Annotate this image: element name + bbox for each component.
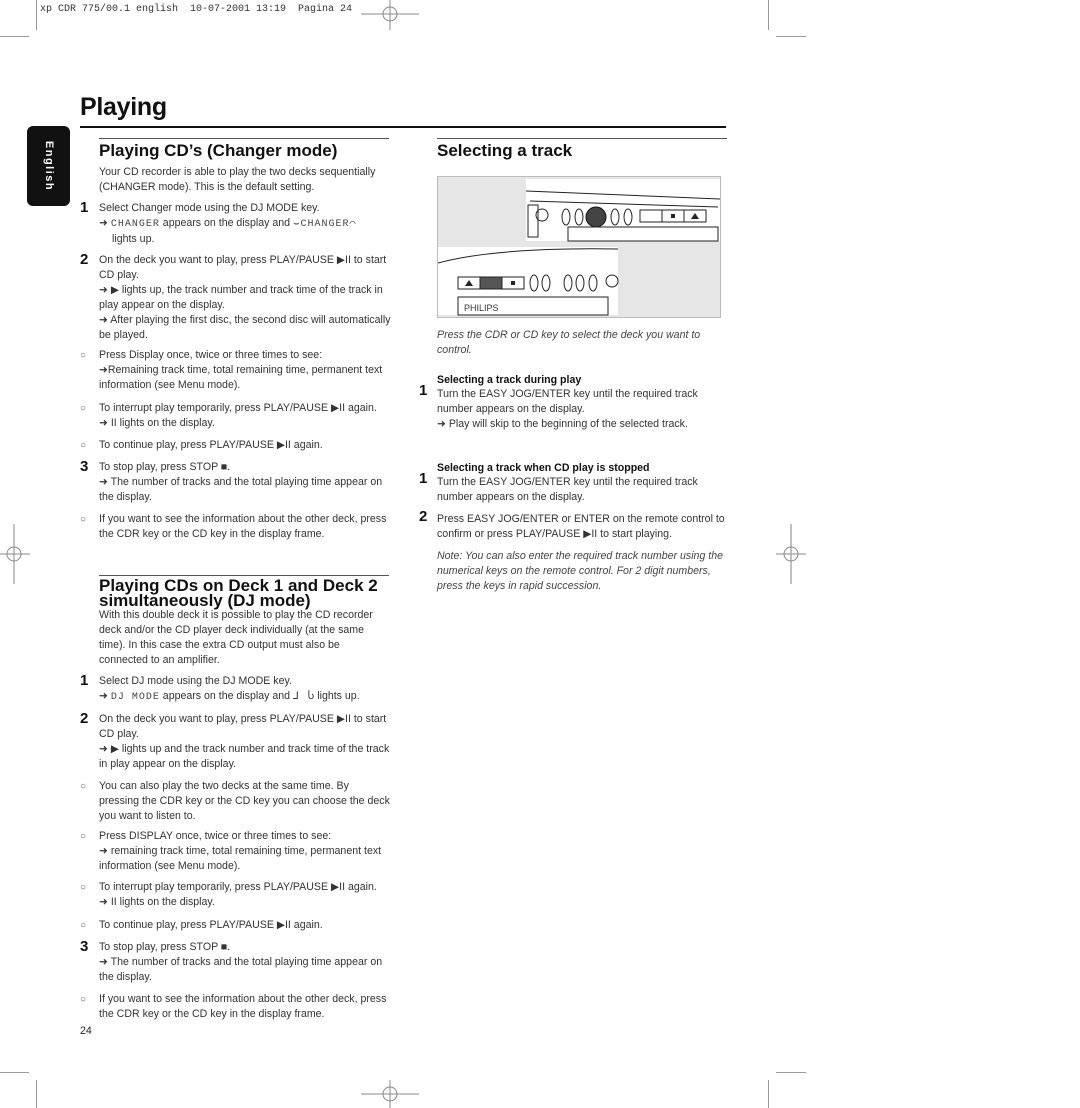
illustration-caption: Press the CDR or CD key to select the de…	[437, 329, 701, 356]
bullet-text: To interrupt play temporarily, press PLA…	[99, 401, 391, 431]
dj-indicator-icon: ⅃ Ⴑ	[292, 690, 315, 702]
result-text: lights up.	[112, 233, 155, 245]
language-tab: English	[27, 126, 70, 206]
bullet-text: Press DISPLAY once, twice or three times…	[99, 829, 391, 874]
result-text: appears on the display and	[162, 217, 291, 229]
step-result: ➜ The number of tracks and the total pla…	[99, 956, 383, 983]
crop-mark	[0, 1072, 29, 1073]
registration-mark-icon	[361, 0, 419, 30]
step-text: Select Changer mode using the DJ MODE ke…	[99, 201, 391, 247]
step-instruction: Select Changer mode using the DJ MODE ke…	[99, 202, 320, 214]
cd-recorder-front-panel-illustration: PHILIPS	[437, 179, 721, 316]
bullet-icon: ○	[80, 920, 87, 931]
bullet-instruction: Press DISPLAY once, twice or three times…	[99, 830, 332, 842]
step-text: Select DJ mode using the DJ MODE key. ➜ …	[99, 674, 391, 705]
bullet-text: You can also play the two decks at the s…	[99, 780, 390, 822]
page-number: 24	[80, 1025, 92, 1037]
step-result: ➜ ▶ lights up, the track number and trac…	[99, 284, 383, 311]
registration-mark-icon	[0, 524, 30, 584]
step-result: ➜ After playing the first disc, the seco…	[99, 314, 391, 341]
subsection-heading: Selecting a track when CD play is stoppe…	[437, 462, 650, 474]
step-number: 3	[80, 938, 89, 955]
device-illustration: PHILIPS	[437, 176, 721, 318]
bullet-text: To interrupt play temporarily, press PLA…	[99, 880, 391, 910]
step-text: Press EASY JOG/ENTER or ENTER on the rem…	[437, 513, 725, 540]
registration-mark-icon	[361, 1080, 419, 1108]
step-text: On the deck you want to play, press PLAY…	[99, 253, 391, 343]
step-number: 2	[419, 508, 428, 525]
result-text: appears on the display and	[162, 690, 291, 702]
step-result: ➜ Play will skip to the beginning of the…	[437, 418, 688, 430]
result-text: lights up.	[317, 690, 360, 702]
bullet-icon: ○	[80, 882, 87, 893]
bullet-result: ➜ II lights on the display.	[99, 417, 215, 429]
bullet-text: If you want to see the information about…	[99, 513, 387, 540]
bullet-result: ➜ II lights on the display.	[99, 896, 215, 908]
lcd-indicator: ⌣CHANGER⌒	[292, 219, 357, 230]
bullet-instruction: To interrupt play temporarily, press PLA…	[99, 402, 377, 414]
bullet-icon: ○	[80, 514, 87, 525]
section-heading: Playing CDs on Deck 1 and Deck 2 simulta…	[99, 576, 378, 610]
step-instruction: Turn the EASY JOG/ENTER key until the re…	[437, 388, 698, 415]
step-instruction: On the deck you want to play, press PLAY…	[99, 254, 387, 281]
step-result: ➜ DJ MODE appears on the display and ⅃ Ⴑ…	[99, 690, 360, 703]
bullet-icon: ○	[80, 994, 87, 1005]
print-slug: xp CDR 775/00.1 english 10-07-2001 13:19…	[40, 4, 353, 15]
step-text: Turn the EASY JOG/ENTER key until the re…	[437, 387, 729, 432]
language-tab-label: English	[42, 140, 55, 192]
step-result: ➜ The number of tracks and the total pla…	[99, 476, 383, 503]
step-number: 1	[80, 199, 89, 216]
bullet-text: To continue play, press PLAY/PAUSE ▶II a…	[99, 439, 323, 451]
step-instruction: Select DJ mode using the DJ MODE key.	[99, 675, 292, 687]
crop-mark	[0, 36, 29, 37]
registration-mark-icon	[776, 524, 806, 584]
step-number: 1	[80, 672, 89, 689]
step-instruction: To stop play, press STOP ■.	[99, 461, 231, 473]
step-text: To stop play, press STOP ■. ➜ The number…	[99, 940, 391, 985]
bullet-text: If you want to see the information about…	[99, 993, 387, 1020]
step-instruction: To stop play, press STOP ■.	[99, 941, 231, 953]
section-heading: Playing CD’s (Changer mode)	[99, 141, 338, 160]
section-intro: With this double deck it is possible to …	[99, 609, 373, 666]
section-intro: Your CD recorder is able to play the two…	[99, 166, 376, 193]
step-text: On the deck you want to play, press PLAY…	[99, 712, 391, 772]
note-text: Note: You can also enter the required tr…	[437, 550, 724, 592]
step-result: ➜ ▶ lights up and the track number and t…	[99, 743, 390, 770]
section-rule	[99, 138, 389, 139]
crop-mark	[768, 0, 769, 30]
step-number: 1	[419, 470, 428, 487]
step-number: 3	[80, 458, 89, 475]
crop-mark	[36, 1080, 37, 1108]
bullet-icon: ○	[80, 350, 87, 361]
subsection-heading: Selecting a track during play	[437, 374, 582, 386]
bullet-result: ➜Remaining track time, total remaining t…	[99, 364, 383, 391]
brand-logo: PHILIPS	[464, 303, 499, 313]
bullet-text: To continue play, press PLAY/PAUSE ▶II a…	[99, 919, 323, 931]
bullet-icon: ○	[80, 403, 87, 414]
section-heading: Selecting a track	[437, 141, 573, 160]
section-rule	[437, 138, 727, 139]
bullet-result: ➜ remaining track time, total remaining …	[99, 845, 382, 872]
bullet-icon: ○	[80, 440, 87, 451]
bullet-icon: ○	[80, 831, 87, 842]
crop-mark	[776, 36, 806, 37]
title-rule	[80, 126, 726, 128]
bullet-text: Press Display once, twice or three times…	[99, 348, 391, 393]
step-number: 1	[419, 382, 428, 399]
step-instruction: On the deck you want to play, press PLAY…	[99, 713, 387, 740]
step-number: 2	[80, 251, 89, 268]
page-title: Playing	[80, 93, 167, 121]
lcd-text: DJ MODE	[110, 692, 160, 703]
crop-mark	[36, 0, 37, 30]
crop-mark	[776, 1072, 806, 1073]
lcd-text: CHANGER	[110, 219, 160, 230]
step-result: ➜ CHANGER appears on the display and ⌣CH…	[99, 217, 357, 230]
crop-mark	[768, 1080, 769, 1108]
bullet-icon: ○	[80, 781, 87, 792]
step-number: 2	[80, 710, 89, 727]
bullet-instruction: Press Display once, twice or three times…	[99, 349, 323, 361]
bullet-instruction: To interrupt play temporarily, press PLA…	[99, 881, 377, 893]
step-text: To stop play, press STOP ■. ➜ The number…	[99, 460, 391, 505]
step-text: Turn the EASY JOG/ENTER key until the re…	[437, 476, 698, 503]
